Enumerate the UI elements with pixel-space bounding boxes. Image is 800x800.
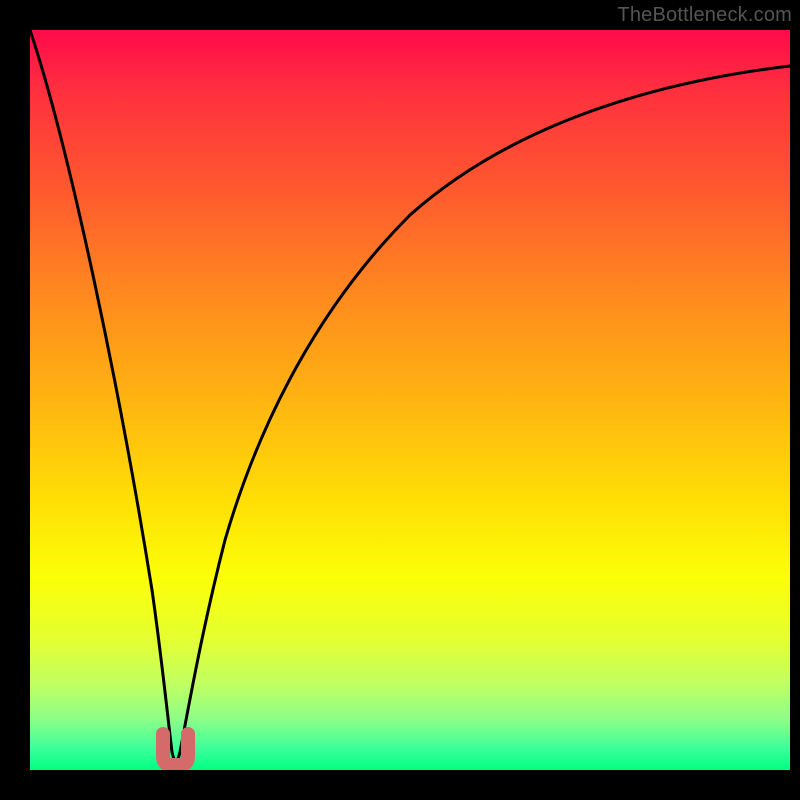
bottleneck-curve: [30, 30, 790, 761]
watermark-text: TheBottleneck.com: [617, 4, 792, 27]
trough-marker: [163, 734, 188, 765]
plot-area: [30, 30, 790, 770]
chart-frame: TheBottleneck.com: [0, 0, 800, 800]
curve-layer: [30, 30, 790, 770]
